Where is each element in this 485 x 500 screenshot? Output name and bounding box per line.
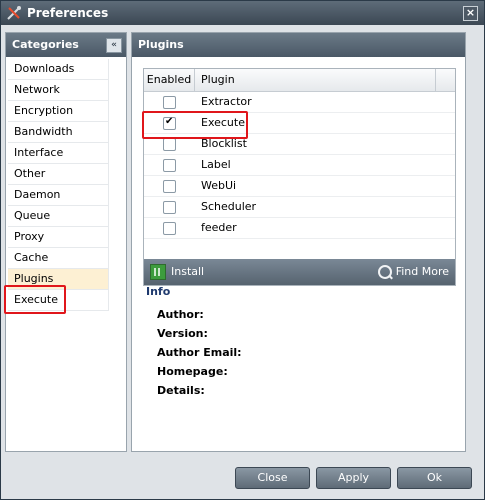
grid-header: Enabled Plugin [144, 69, 455, 92]
find-more-label: Find More [395, 265, 449, 278]
plugin-name: Scheduler [201, 200, 257, 213]
highlight-execute-category [4, 285, 66, 314]
category-cache[interactable]: Cache [8, 248, 109, 269]
enable-checkbox[interactable] [163, 138, 176, 151]
close-button[interactable]: Close [235, 467, 310, 489]
info-version: Version: [157, 327, 208, 340]
plugin-row-scheduler[interactable]: Scheduler [144, 197, 455, 218]
title-bar[interactable]: Preferences × [1, 1, 484, 25]
find-more-button[interactable]: Find More [377, 264, 449, 280]
plugin-name: Extractor [201, 95, 252, 108]
categories-title: Categories [12, 38, 79, 51]
dialog-title: Preferences [27, 6, 109, 20]
category-other[interactable]: Other [8, 164, 109, 185]
plugin-row-webui[interactable]: WebUi [144, 176, 455, 197]
grid-empty-space [144, 239, 455, 259]
info-author: Author: [157, 308, 204, 321]
info-details: Details: [157, 384, 205, 397]
category-bandwidth[interactable]: Bandwidth [8, 122, 109, 143]
highlight-execute-plugin [142, 111, 248, 139]
category-downloads[interactable]: Downloads [8, 59, 109, 80]
plugin-row-extractor[interactable]: Extractor [144, 92, 455, 113]
category-network[interactable]: Network [8, 80, 109, 101]
categories-panel: Categories « Downloads Network Encryptio… [5, 32, 127, 452]
column-plugin[interactable]: Plugin [201, 69, 235, 91]
search-icon [377, 265, 392, 279]
category-daemon[interactable]: Daemon [8, 185, 109, 206]
plugins-header: Plugins [132, 33, 465, 57]
info-homepage: Homepage: [157, 365, 228, 378]
column-enabled[interactable]: Enabled [144, 69, 195, 91]
plugin-name: WebUi [201, 179, 237, 192]
column-divider [435, 69, 436, 91]
collapse-icon[interactable]: « [106, 38, 122, 53]
enable-checkbox[interactable] [163, 96, 176, 109]
install-label: Install [171, 265, 205, 278]
plugin-row-label[interactable]: Label [144, 155, 455, 176]
category-encryption[interactable]: Encryption [8, 101, 109, 122]
preferences-tools-icon [7, 6, 21, 20]
ok-button[interactable]: Ok [397, 467, 472, 489]
install-button[interactable]: Install [150, 264, 204, 280]
plugins-panel: Plugins Enabled Plugin Extractor Execute… [131, 32, 466, 452]
enable-checkbox[interactable] [163, 159, 176, 172]
category-queue[interactable]: Queue [8, 206, 109, 227]
apply-button[interactable]: Apply [316, 467, 391, 489]
plugin-row-feeder[interactable]: feeder [144, 218, 455, 239]
info-heading: Info [146, 285, 171, 298]
category-interface[interactable]: Interface [8, 143, 109, 164]
category-proxy[interactable]: Proxy [8, 227, 109, 248]
info-fields: Author: Version: Author Email: Homepage:… [157, 308, 242, 403]
categories-header: Categories « [6, 33, 126, 57]
info-author-email: Author Email: [157, 346, 242, 359]
preferences-dialog: Preferences × Categories « Downloads Net… [0, 0, 485, 500]
enable-checkbox[interactable] [163, 180, 176, 193]
plugin-name: feeder [201, 221, 237, 234]
enable-checkbox[interactable] [163, 222, 176, 235]
category-list: Downloads Network Encryption Bandwidth I… [8, 59, 109, 311]
grid-toolbar: Install Find More [144, 259, 455, 285]
plugins-title: Plugins [138, 38, 184, 51]
plugin-name: Label [201, 158, 231, 171]
plugins-grid: Enabled Plugin Extractor Execute Blockli… [143, 68, 456, 286]
enable-checkbox[interactable] [163, 201, 176, 214]
install-icon [150, 264, 166, 280]
close-icon[interactable]: × [463, 6, 478, 21]
